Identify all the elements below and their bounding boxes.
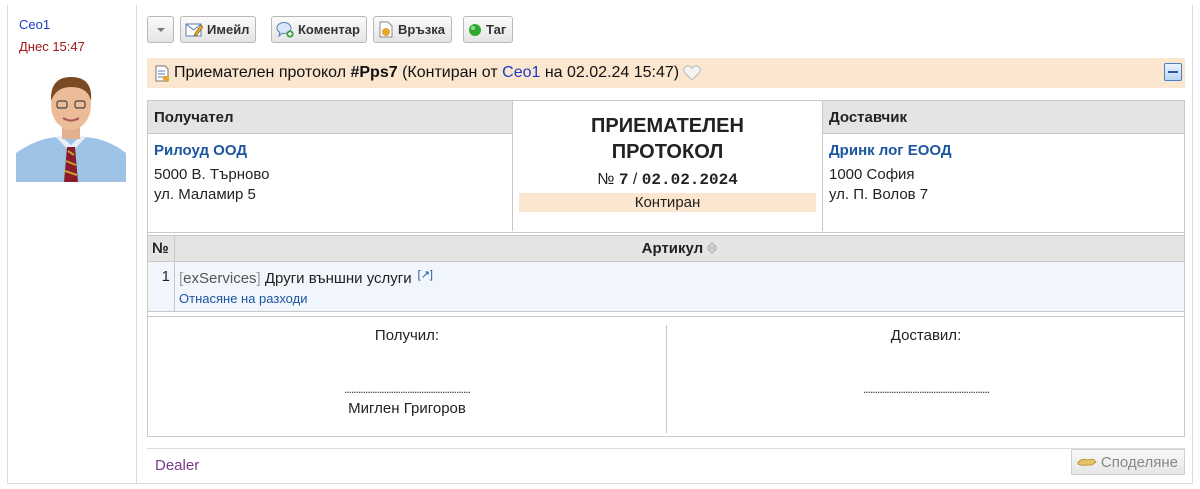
received-label: Получил:	[374, 327, 440, 344]
author-column: Ceo1 Днес 15:47	[8, 5, 137, 483]
comment-button-label: Коментар	[298, 22, 360, 37]
column-number: №	[148, 236, 175, 261]
delivered-label: Доставил:	[890, 327, 962, 344]
heart-icon[interactable]	[683, 65, 701, 81]
signatures: Получил: ...............................…	[148, 316, 1184, 437]
table-row: 1 [exServices] Други външни услуги [↗] От…	[148, 262, 1184, 312]
number-value: 7	[618, 171, 629, 189]
email-edit-icon	[185, 23, 203, 37]
column-article-label: Артикул	[641, 240, 704, 257]
post-time: Днес 15:47	[19, 39, 85, 54]
entry-footer: Dealer Споделяне	[147, 448, 1185, 477]
row-article: [exServices] Други външни услуги [↗] Отна…	[175, 262, 1184, 311]
author-name-link[interactable]: Ceo1	[19, 17, 50, 32]
recipient-block: Получател Рилоуд ООД 5000 В. Търново ул.…	[148, 101, 512, 231]
recipient-title: Получател	[148, 101, 512, 134]
supplier-title: Доставчик	[823, 101, 1184, 134]
supplier-name-link[interactable]: Дринк лог ЕООД	[823, 134, 1184, 159]
article-name: Други външни услуги	[264, 270, 412, 287]
document-title: ПРИЕМАТЕЛЕН ПРОТОКОЛ	[591, 115, 744, 163]
delivered-signature: Доставил: ..............................…	[667, 317, 1185, 437]
received-signature: Получил: ...............................…	[148, 317, 666, 437]
received-signature-line: ........................................…	[343, 382, 471, 396]
document-state-prefix: (Контиран от	[402, 64, 498, 81]
document-number: № 7 / 02.02.2024	[513, 171, 822, 189]
thread-entry: Ceo1 Днес 15:47 Имейл Коментар Връзка Та…	[7, 5, 1193, 484]
document-icon	[155, 65, 169, 81]
chevron-down-icon	[156, 27, 165, 32]
items-table: № Артикул 1 [exServices] Други външни ус…	[148, 232, 1184, 312]
more-actions-button[interactable]	[147, 16, 174, 43]
recipient-name-link[interactable]: Рилоуд ООД	[148, 134, 512, 159]
received-name: Миглен Григоров	[348, 400, 466, 417]
avatar	[16, 65, 126, 182]
link-button[interactable]: Връзка	[373, 16, 453, 43]
comment-button[interactable]: Коментар	[271, 16, 367, 43]
tag-button-label: Таг	[486, 22, 507, 37]
article-note-link[interactable]: Отнасяне на разходи	[179, 291, 1184, 306]
items-header: № Артикул	[148, 235, 1184, 262]
document-title-block: ПРИЕМАТЕЛЕН ПРОТОКОЛ № 7 / 02.02.2024 Ко…	[512, 101, 823, 231]
link-document-icon	[379, 21, 393, 38]
status-badge: Контиран	[519, 193, 816, 212]
email-button[interactable]: Имейл	[180, 16, 257, 43]
number-separator: /	[632, 171, 638, 188]
number-prefix: №	[597, 171, 615, 188]
document-type: Приемателен протокол	[174, 64, 347, 81]
email-button-label: Имейл	[207, 22, 250, 37]
share-icon	[1077, 458, 1097, 466]
supplier-city: 1000 София	[829, 166, 915, 183]
share-button[interactable]: Споделяне	[1070, 449, 1185, 475]
collapse-button[interactable]	[1164, 63, 1182, 81]
document-date-value: 02.02.2024	[641, 171, 738, 189]
document-id: #Pps7	[350, 64, 398, 81]
row-number: 1	[148, 262, 175, 311]
dealer-link[interactable]: Dealer	[155, 457, 199, 474]
document-date: на 02.02.24 15:47)	[544, 64, 680, 81]
document-body: Получател Рилоуд ООД 5000 В. Търново ул.…	[147, 100, 1185, 437]
supplier-street: ул. П. Волов 7	[829, 186, 929, 203]
tag-button[interactable]: Таг	[463, 16, 514, 43]
add-comment-icon	[276, 22, 294, 38]
external-link-icon[interactable]: [↗]	[418, 269, 433, 281]
recipient-street: ул. Маламир 5	[154, 186, 256, 203]
share-button-label: Споделяне	[1100, 453, 1178, 471]
column-article[interactable]: Артикул	[175, 236, 1184, 261]
document-header: Приемателен протокол #Pps7 (Контиран от …	[147, 58, 1185, 88]
tag-dot-icon	[469, 23, 481, 36]
document-user-link[interactable]: Ceo1	[502, 64, 540, 82]
recipient-city: 5000 В. Търново	[154, 166, 270, 183]
article-code: exServices	[183, 270, 257, 287]
delivered-signature-line: ........................................…	[862, 382, 990, 396]
link-button-label: Връзка	[398, 22, 446, 37]
supplier-block: Доставчик Дринк лог ЕООД 1000 София ул. …	[823, 101, 1184, 231]
sort-icon[interactable]	[707, 242, 718, 254]
